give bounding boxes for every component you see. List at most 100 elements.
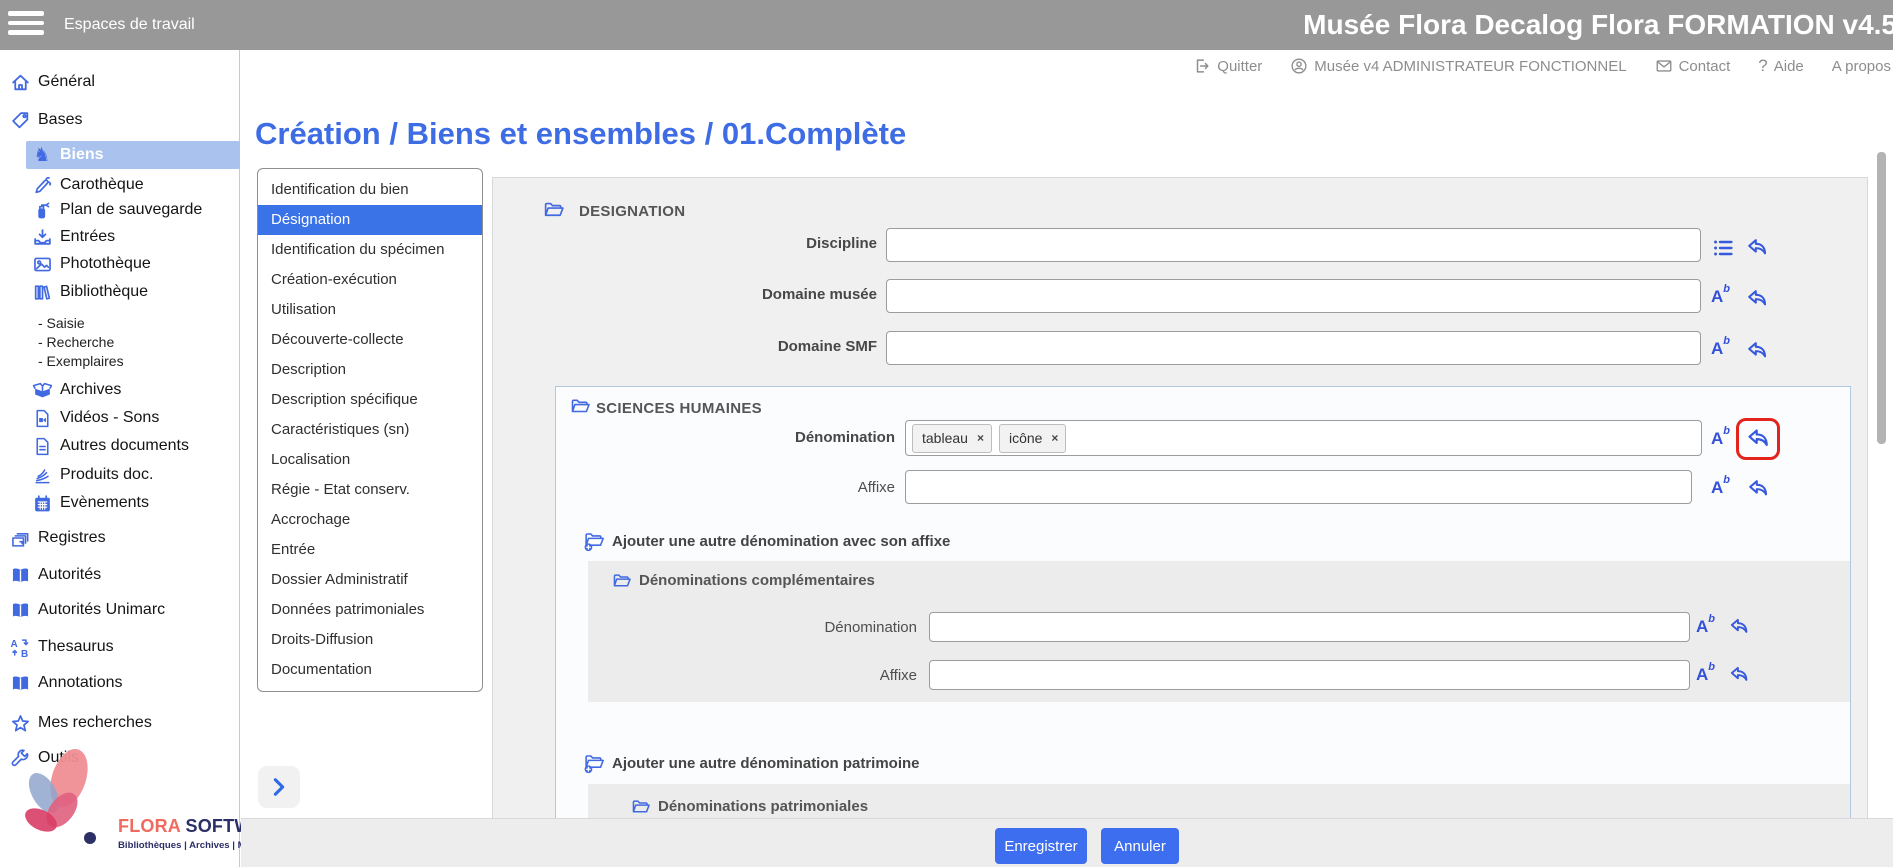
sidebar-item-bibliotheque[interactable]: Bibliothèque (0, 278, 240, 306)
tab-caracteristiques-sn[interactable]: Caractéristiques (sn) (258, 415, 482, 445)
tab-donnees-patrimoniales[interactable]: Données patrimoniales (258, 595, 482, 625)
add-denomination-affixe-action[interactable]: Ajouter une autre dénomination avec son … (583, 531, 950, 552)
sidebar-item-annotations[interactable]: Annotations (0, 669, 240, 697)
form-section-tabs: Identification du bien Désignation Ident… (257, 168, 483, 692)
undo-icon[interactable] (1728, 664, 1750, 691)
tab-regie-etat-conserv[interactable]: Régie - Etat conserv. (258, 475, 482, 505)
sidebar-item-videos-sons[interactable]: Vidéos - Sons (0, 404, 240, 432)
denomination-complementaire-label: Dénomination (628, 619, 917, 636)
hamburger-menu-icon[interactable] (8, 11, 44, 38)
denominations-complementaires-panel: Dénominations complémentaires Dénominati… (588, 561, 1850, 702)
undo-icon[interactable] (1728, 616, 1750, 643)
sidebar-item-entrees[interactable]: Entrées (0, 223, 240, 251)
tab-entree[interactable]: Entrée (258, 535, 482, 565)
sidebar-item-autres-documents[interactable]: Autres documents (0, 432, 240, 460)
sidebar-item-thesaurus[interactable]: AB Thesaurus (0, 633, 240, 661)
sidebar-item-carotheque[interactable]: Carothèque (0, 171, 240, 199)
tab-identification-du-bien[interactable]: Identification du bien (258, 175, 482, 205)
video-file-icon (30, 408, 54, 429)
sidebar-item-exemplaires[interactable]: - Exemplaires (0, 347, 240, 375)
sidebar-item-registres[interactable]: Registres (0, 524, 240, 552)
fire-extinguisher-icon (30, 200, 54, 221)
cancel-button[interactable]: Annuler (1101, 828, 1179, 864)
sidebar-item-evenements[interactable]: Evènements (0, 489, 240, 517)
sidebar-navigation: Général Bases ♞ Biens Carothèque Plan de… (0, 50, 240, 867)
folder-plus-icon (583, 531, 606, 552)
affixe-label: Affixe (616, 479, 895, 496)
undo-icon[interactable] (1745, 287, 1769, 316)
utility-menu: Quitter Musée v4 ADMINISTRATEUR FONCTION… (241, 50, 1893, 82)
ab-authority-icon[interactable]: Ab (1711, 288, 1730, 305)
stacked-cards-icon (8, 528, 32, 549)
star-icon (8, 713, 32, 734)
save-button[interactable]: Enregistrer (995, 828, 1087, 864)
sidebar-item-biens[interactable]: ♞ Biens (26, 141, 240, 169)
form-panel: DESIGNATION Discipline Domaine musée Ab … (492, 177, 1868, 867)
photo-icon (30, 254, 54, 275)
sidebar-item-autorites-unimarc[interactable]: Autorités Unimarc (0, 596, 240, 624)
contact-menu-item[interactable]: Contact (1655, 57, 1731, 75)
sidebar-item-bases[interactable]: Bases (0, 106, 240, 134)
help-menu-item[interactable]: ? Aide (1758, 56, 1804, 76)
denominations-patrimoniales-title: Dénominations patrimoniales (631, 798, 868, 815)
denomination-complementaire-input[interactable] (929, 612, 1690, 642)
tag-icon (8, 110, 32, 131)
list-picker-icon[interactable] (1711, 236, 1735, 265)
tab-identification-du-specimen[interactable]: Identification du spécimen (258, 235, 482, 265)
ab-authority-icon[interactable]: Ab (1696, 618, 1715, 635)
ab-authority-icon[interactable]: Ab (1711, 479, 1730, 496)
home-icon (8, 72, 32, 93)
collapse-panel-button[interactable] (258, 766, 300, 808)
tab-documentation[interactable]: Documentation (258, 655, 482, 685)
quit-menu-item[interactable]: Quitter (1193, 57, 1262, 75)
translate-ab-icon: AB (8, 637, 32, 658)
sidebar-item-archives[interactable]: Archives (0, 376, 240, 404)
open-book-icon (8, 600, 32, 621)
ab-authority-icon[interactable]: Ab (1711, 340, 1730, 357)
remove-tag-icon[interactable]: × (977, 431, 984, 445)
denomination-input[interactable]: tableau× icône× (905, 420, 1702, 456)
remove-tag-icon[interactable]: × (1051, 431, 1058, 445)
page-title: Création / Biens et ensembles / 01.Compl… (255, 116, 906, 152)
sidebar-item-produits-doc[interactable]: Produits doc. (0, 461, 240, 489)
user-icon (1290, 57, 1308, 75)
vertical-scrollbar[interactable] (1877, 152, 1886, 444)
inbox-download-icon (30, 227, 54, 248)
tab-designation[interactable]: Désignation (258, 205, 482, 235)
domaine-smf-input[interactable] (886, 331, 1701, 365)
tab-creation-execution[interactable]: Création-exécution (258, 265, 482, 295)
undo-icon[interactable] (1745, 236, 1769, 265)
question-mark-icon: ? (1758, 56, 1767, 76)
app-title: Musée Flora Decalog Flora FORMATION v4.5 (1303, 0, 1893, 50)
domaine-musee-input[interactable] (886, 279, 1701, 313)
tab-description[interactable]: Description (258, 355, 482, 385)
sidebar-item-autorites[interactable]: Autorités (0, 561, 240, 589)
tag-chip-tableau: tableau× (912, 424, 992, 453)
affixe-complementaire-input[interactable] (929, 660, 1690, 690)
tab-accrochage[interactable]: Accrochage (258, 505, 482, 535)
sidebar-item-general[interactable]: Général (0, 68, 240, 96)
tab-decouverte-collecte[interactable]: Découverte-collecte (258, 325, 482, 355)
sidebar-item-phototheque[interactable]: Photothèque (0, 250, 240, 278)
tab-droits-diffusion[interactable]: Droits-Diffusion (258, 625, 482, 655)
tab-utilisation[interactable]: Utilisation (258, 295, 482, 325)
workspace-label[interactable]: Espaces de travail (64, 0, 195, 50)
tab-dossier-administratif[interactable]: Dossier Administratif (258, 565, 482, 595)
about-menu-item[interactable]: A propos (1832, 58, 1891, 75)
add-denomination-patrimoine-action[interactable]: Ajouter une autre dénomination patrimoin… (583, 753, 920, 774)
ab-authority-icon[interactable]: Ab (1696, 666, 1715, 683)
chevron-right-icon (269, 775, 289, 799)
folder-icon (612, 572, 632, 589)
paper-sheaf-icon (30, 465, 54, 486)
sidebar-item-mes-recherches[interactable]: Mes recherches (0, 709, 240, 737)
affixe-input[interactable] (905, 470, 1692, 504)
undo-icon[interactable] (1746, 477, 1770, 506)
tab-description-specifique[interactable]: Description spécifique (258, 385, 482, 415)
tab-localisation[interactable]: Localisation (258, 445, 482, 475)
ab-authority-icon[interactable]: Ab (1711, 430, 1730, 447)
user-menu-item[interactable]: Musée v4 ADMINISTRATEUR FONCTIONNEL (1290, 57, 1626, 75)
discipline-input[interactable] (886, 228, 1701, 262)
undo-icon[interactable] (1745, 339, 1769, 368)
flora-petals-icon (14, 738, 114, 858)
sidebar-item-plan-de-sauvegarde[interactable]: Plan de sauvegarde (0, 196, 240, 224)
